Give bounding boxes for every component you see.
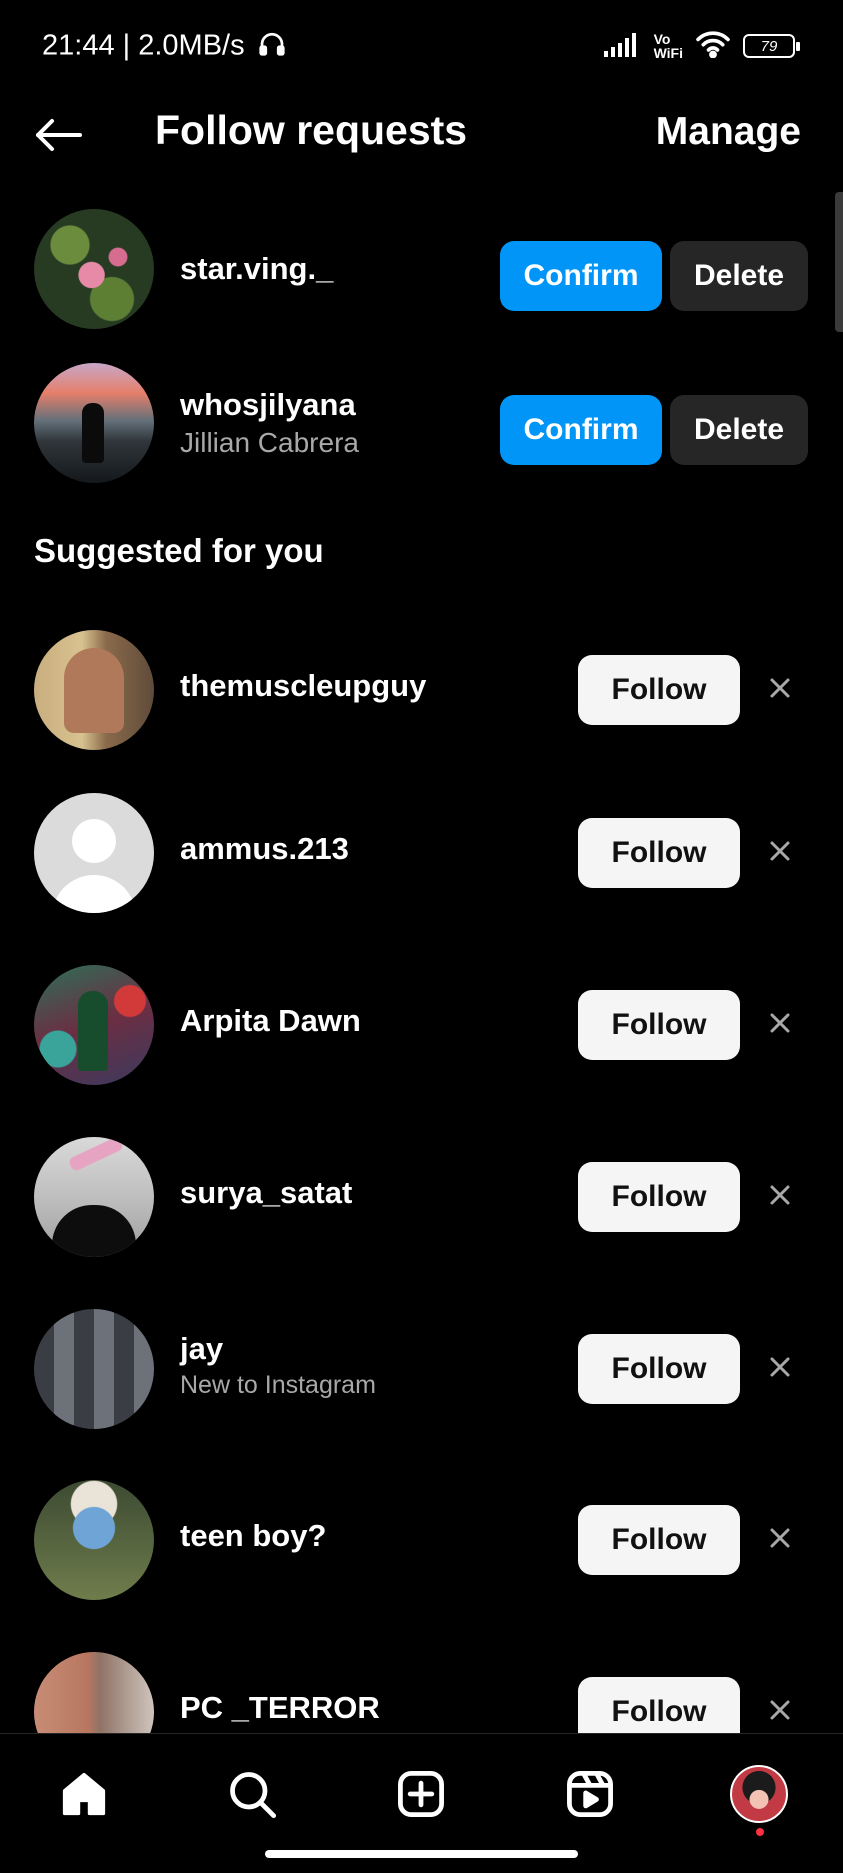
request-row[interactable]: whosjilyana Jillian Cabrera Confirm Dele… — [0, 363, 843, 487]
dismiss-icon[interactable] — [762, 1692, 798, 1728]
nav-profile[interactable] — [729, 1764, 789, 1824]
follow-button[interactable]: Follow — [578, 1334, 740, 1404]
avatar[interactable] — [34, 1137, 154, 1257]
confirm-button[interactable]: Confirm — [500, 241, 662, 311]
notification-dot — [756, 1828, 764, 1836]
follow-button[interactable]: Follow — [578, 990, 740, 1060]
follow-button[interactable]: Follow — [578, 818, 740, 888]
username[interactable]: whosjilyana — [180, 387, 359, 423]
back-button[interactable] — [30, 113, 86, 157]
avatar[interactable] — [34, 363, 154, 483]
username[interactable]: Arpita Dawn — [180, 1003, 361, 1039]
create-icon — [398, 1771, 444, 1817]
dismiss-icon[interactable] — [762, 1177, 798, 1213]
username[interactable]: teen boy? — [180, 1518, 326, 1554]
page-title: Follow requests — [155, 107, 468, 153]
suggestion-name-block: ammus.213 — [180, 793, 349, 905]
vowifi-bottom: WiFi — [653, 45, 683, 61]
username[interactable]: themuscleupguy — [180, 668, 426, 704]
section-title-suggested: Suggested for you — [34, 532, 324, 569]
header: Follow requests Manage — [0, 95, 843, 175]
suggestion-name-block: teen boy? — [180, 1480, 326, 1592]
dismiss-icon[interactable] — [762, 1349, 798, 1385]
username[interactable]: ammus.213 — [180, 831, 349, 867]
back-arrow-icon — [36, 119, 82, 151]
suggestion-name-block: surya_satat — [180, 1137, 352, 1249]
follow-button[interactable]: Follow — [578, 1162, 740, 1232]
nav-search[interactable] — [222, 1764, 282, 1824]
request-row[interactable]: star.ving._ Confirm Delete — [0, 209, 843, 333]
wifi-icon — [695, 30, 731, 63]
delete-button[interactable]: Delete — [670, 241, 808, 311]
avatar[interactable] — [34, 1480, 154, 1600]
suggestion-row[interactable]: surya_satat Follow — [0, 1137, 843, 1261]
suggestion-row[interactable]: Arpita Dawn Follow — [0, 965, 843, 1089]
battery-level: 79 — [760, 37, 778, 55]
manage-button[interactable]: Manage — [656, 110, 801, 154]
headphones-icon — [257, 28, 287, 66]
nav-reels[interactable] — [560, 1764, 620, 1824]
suggestion-row[interactable]: ammus.213 Follow — [0, 793, 843, 917]
status-icons: Vo WiFi 79 — [603, 26, 800, 66]
suggestion-name-block: themuscleupguy — [180, 630, 426, 742]
status-time-speed: 21:44 | 2.0MB/s — [42, 29, 245, 62]
username[interactable]: surya_satat — [180, 1175, 352, 1211]
full-name: Jillian Cabrera — [180, 427, 359, 458]
nav-create[interactable] — [391, 1764, 451, 1824]
follow-button[interactable]: Follow — [578, 655, 740, 725]
request-name-block: star.ving._ — [180, 209, 333, 329]
follow-button[interactable]: Follow — [578, 1505, 740, 1575]
suggestion-subtitle: New to Instagram — [180, 1370, 376, 1399]
dismiss-icon[interactable] — [762, 833, 798, 869]
avatar[interactable] — [34, 965, 154, 1085]
suggestion-row[interactable]: jay New to Instagram Follow — [0, 1309, 843, 1433]
username[interactable]: PC _TERROR — [180, 1690, 380, 1726]
suggestion-name-block: jay New to Instagram — [180, 1309, 376, 1421]
suggestion-row[interactable]: teen boy? Follow — [0, 1480, 843, 1604]
profile-avatar — [730, 1765, 788, 1823]
home-indicator[interactable] — [265, 1850, 578, 1858]
vowifi-icon: Vo WiFi — [654, 32, 683, 60]
status-time: 21:44 | 2.0MB/s — [42, 28, 287, 66]
confirm-button[interactable]: Confirm — [500, 395, 662, 465]
username[interactable]: star.ving._ — [180, 251, 333, 287]
dismiss-icon[interactable] — [762, 1005, 798, 1041]
battery-icon: 79 — [743, 34, 800, 58]
avatar[interactable] — [34, 793, 154, 913]
suggestion-row[interactable]: themuscleupguy Follow — [0, 630, 843, 754]
status-bar: 21:44 | 2.0MB/s Vo WiFi 79 — [0, 0, 843, 95]
search-icon — [230, 1772, 277, 1819]
dismiss-icon[interactable] — [762, 670, 798, 706]
avatar[interactable] — [34, 1309, 154, 1429]
avatar[interactable] — [34, 630, 154, 750]
suggestion-name-block: Arpita Dawn — [180, 965, 361, 1077]
dismiss-icon[interactable] — [762, 1520, 798, 1556]
avatar[interactable] — [34, 209, 154, 329]
signal-icon — [603, 31, 642, 62]
nav-home[interactable] — [54, 1764, 114, 1824]
delete-button[interactable]: Delete — [670, 395, 808, 465]
username[interactable]: jay — [180, 1331, 376, 1367]
request-name-block: whosjilyana Jillian Cabrera — [180, 363, 359, 483]
reels-icon — [567, 1771, 613, 1817]
home-icon — [62, 1772, 106, 1816]
